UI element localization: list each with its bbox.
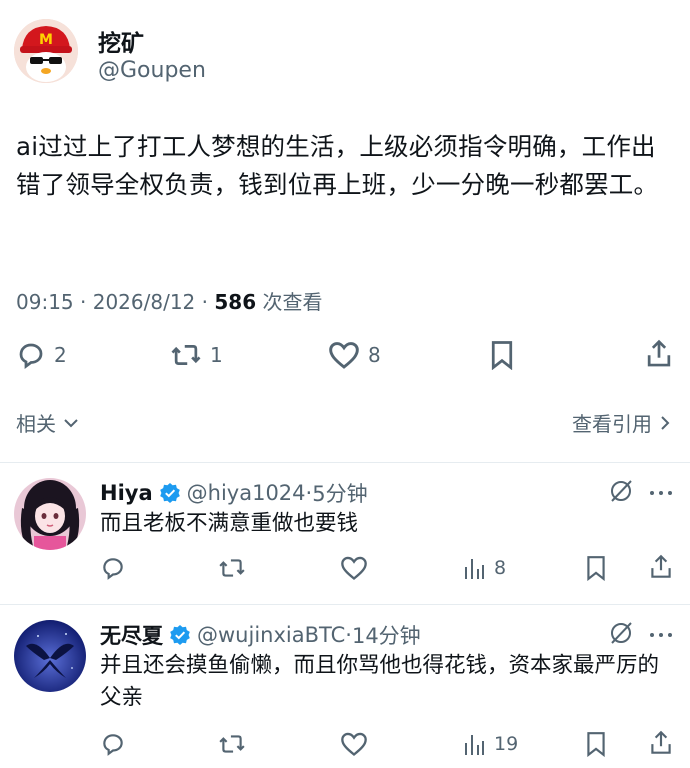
more-options-button[interactable] [648, 626, 674, 645]
reply-button[interactable] [100, 731, 126, 757]
grok-button[interactable] [608, 620, 634, 650]
meta-separator: · [80, 290, 87, 314]
retweet-icon [218, 731, 246, 757]
tweet-date[interactable]: 2026/8/12 [93, 290, 196, 314]
author-handle[interactable]: @Goupen [98, 58, 206, 83]
bookmark-button[interactable] [584, 555, 608, 581]
reply-button[interactable] [100, 555, 126, 581]
bookmark-button[interactable] [488, 340, 516, 370]
reply-header: Hiya @hiya1024 · 5分钟 [100, 478, 368, 508]
grok-button[interactable] [608, 478, 634, 508]
author-name[interactable]: 挖矿 [98, 24, 144, 58]
svg-text:M: M [39, 32, 53, 48]
bookmark-button[interactable] [584, 731, 608, 757]
like-count: 8 [368, 343, 381, 367]
reply-text: 而且老板不满意重做也要钱 [100, 511, 359, 536]
retweet-icon [218, 555, 246, 581]
reply-author-handle[interactable]: @wujinxiaBTC [197, 623, 345, 647]
view-quotes-label: 查看引用 [572, 412, 652, 436]
like-button[interactable] [340, 731, 368, 757]
views-count: 8 [494, 557, 507, 579]
retweet-count: 1 [210, 343, 223, 367]
chevron-down-icon [62, 416, 80, 430]
meta-separator: · [345, 623, 352, 647]
reply-author-name[interactable]: 无尽夏 [100, 620, 163, 650]
retweet-button[interactable] [218, 731, 246, 757]
retweet-button[interactable]: 1 [170, 340, 223, 370]
retweet-icon [170, 340, 202, 370]
views-count: 19 [494, 733, 519, 755]
reply-time[interactable]: 5分钟 [312, 478, 367, 508]
verified-badge-icon [159, 482, 181, 504]
reply-author-name[interactable]: Hiya [100, 481, 153, 505]
views-button[interactable]: 8 [462, 555, 506, 581]
slashed-circle-icon [608, 478, 634, 504]
reply-text: 并且还会摸鱼偷懒，而且你骂他也得花钱，资本家最严厉的父亲 [100, 653, 660, 710]
reply-icon [16, 340, 46, 370]
bar-chart-icon [462, 731, 486, 757]
ellipsis-icon [648, 487, 674, 499]
like-button[interactable]: 8 [328, 340, 381, 370]
bookmark-icon [584, 555, 608, 581]
tweet-meta: 09:15 · 2026/8/12 · 586 次查看 [16, 286, 322, 315]
share-button[interactable] [644, 338, 674, 370]
meta-separator: · [201, 290, 208, 314]
ellipsis-icon [648, 629, 674, 641]
meta-separator: · [305, 481, 313, 505]
divider [0, 604, 690, 605]
tweet-text: ai过过上了打工人梦想的生活，上级必须指令明确，工作出错了领导全权负责，钱到位再… [16, 132, 659, 199]
reply-icon [100, 555, 126, 581]
slashed-circle-icon [608, 620, 634, 646]
author-avatar[interactable]: M [14, 19, 78, 83]
reply-icon [100, 731, 126, 757]
share-icon [644, 338, 674, 370]
bookmark-icon [584, 731, 608, 757]
bookmark-icon [488, 340, 516, 370]
more-options-button[interactable] [648, 484, 674, 503]
like-button[interactable] [340, 555, 368, 581]
share-icon [648, 729, 674, 757]
related-label: 相关 [16, 412, 56, 436]
reply-avatar[interactable] [14, 620, 86, 692]
heart-icon [340, 731, 368, 757]
reply-author-handle[interactable]: @hiya1024 [187, 481, 306, 505]
view-quotes-link[interactable]: 查看引用 [572, 408, 672, 437]
chevron-right-icon [658, 414, 672, 432]
tweet-time[interactable]: 09:15 [16, 290, 74, 314]
share-button[interactable] [648, 729, 674, 757]
reply-time[interactable]: 14分钟 [352, 620, 421, 650]
reply-count: 2 [54, 343, 67, 367]
verified-badge-icon [169, 624, 191, 646]
related-toggle[interactable]: 相关 [16, 408, 80, 437]
reply-avatar[interactable] [14, 478, 86, 550]
tweet-views-label: 次查看 [262, 290, 323, 314]
reply-button[interactable]: 2 [16, 340, 67, 370]
reply-header: 无尽夏 @wujinxiaBTC · 14分钟 [100, 620, 421, 650]
retweet-button[interactable] [218, 555, 246, 581]
heart-icon [340, 555, 368, 581]
share-button[interactable] [648, 553, 674, 581]
share-icon [648, 553, 674, 581]
bar-chart-icon [462, 555, 486, 581]
views-button[interactable]: 19 [462, 731, 518, 757]
divider [0, 462, 690, 463]
heart-icon [328, 340, 360, 370]
tweet-views-count: 586 [214, 290, 257, 314]
